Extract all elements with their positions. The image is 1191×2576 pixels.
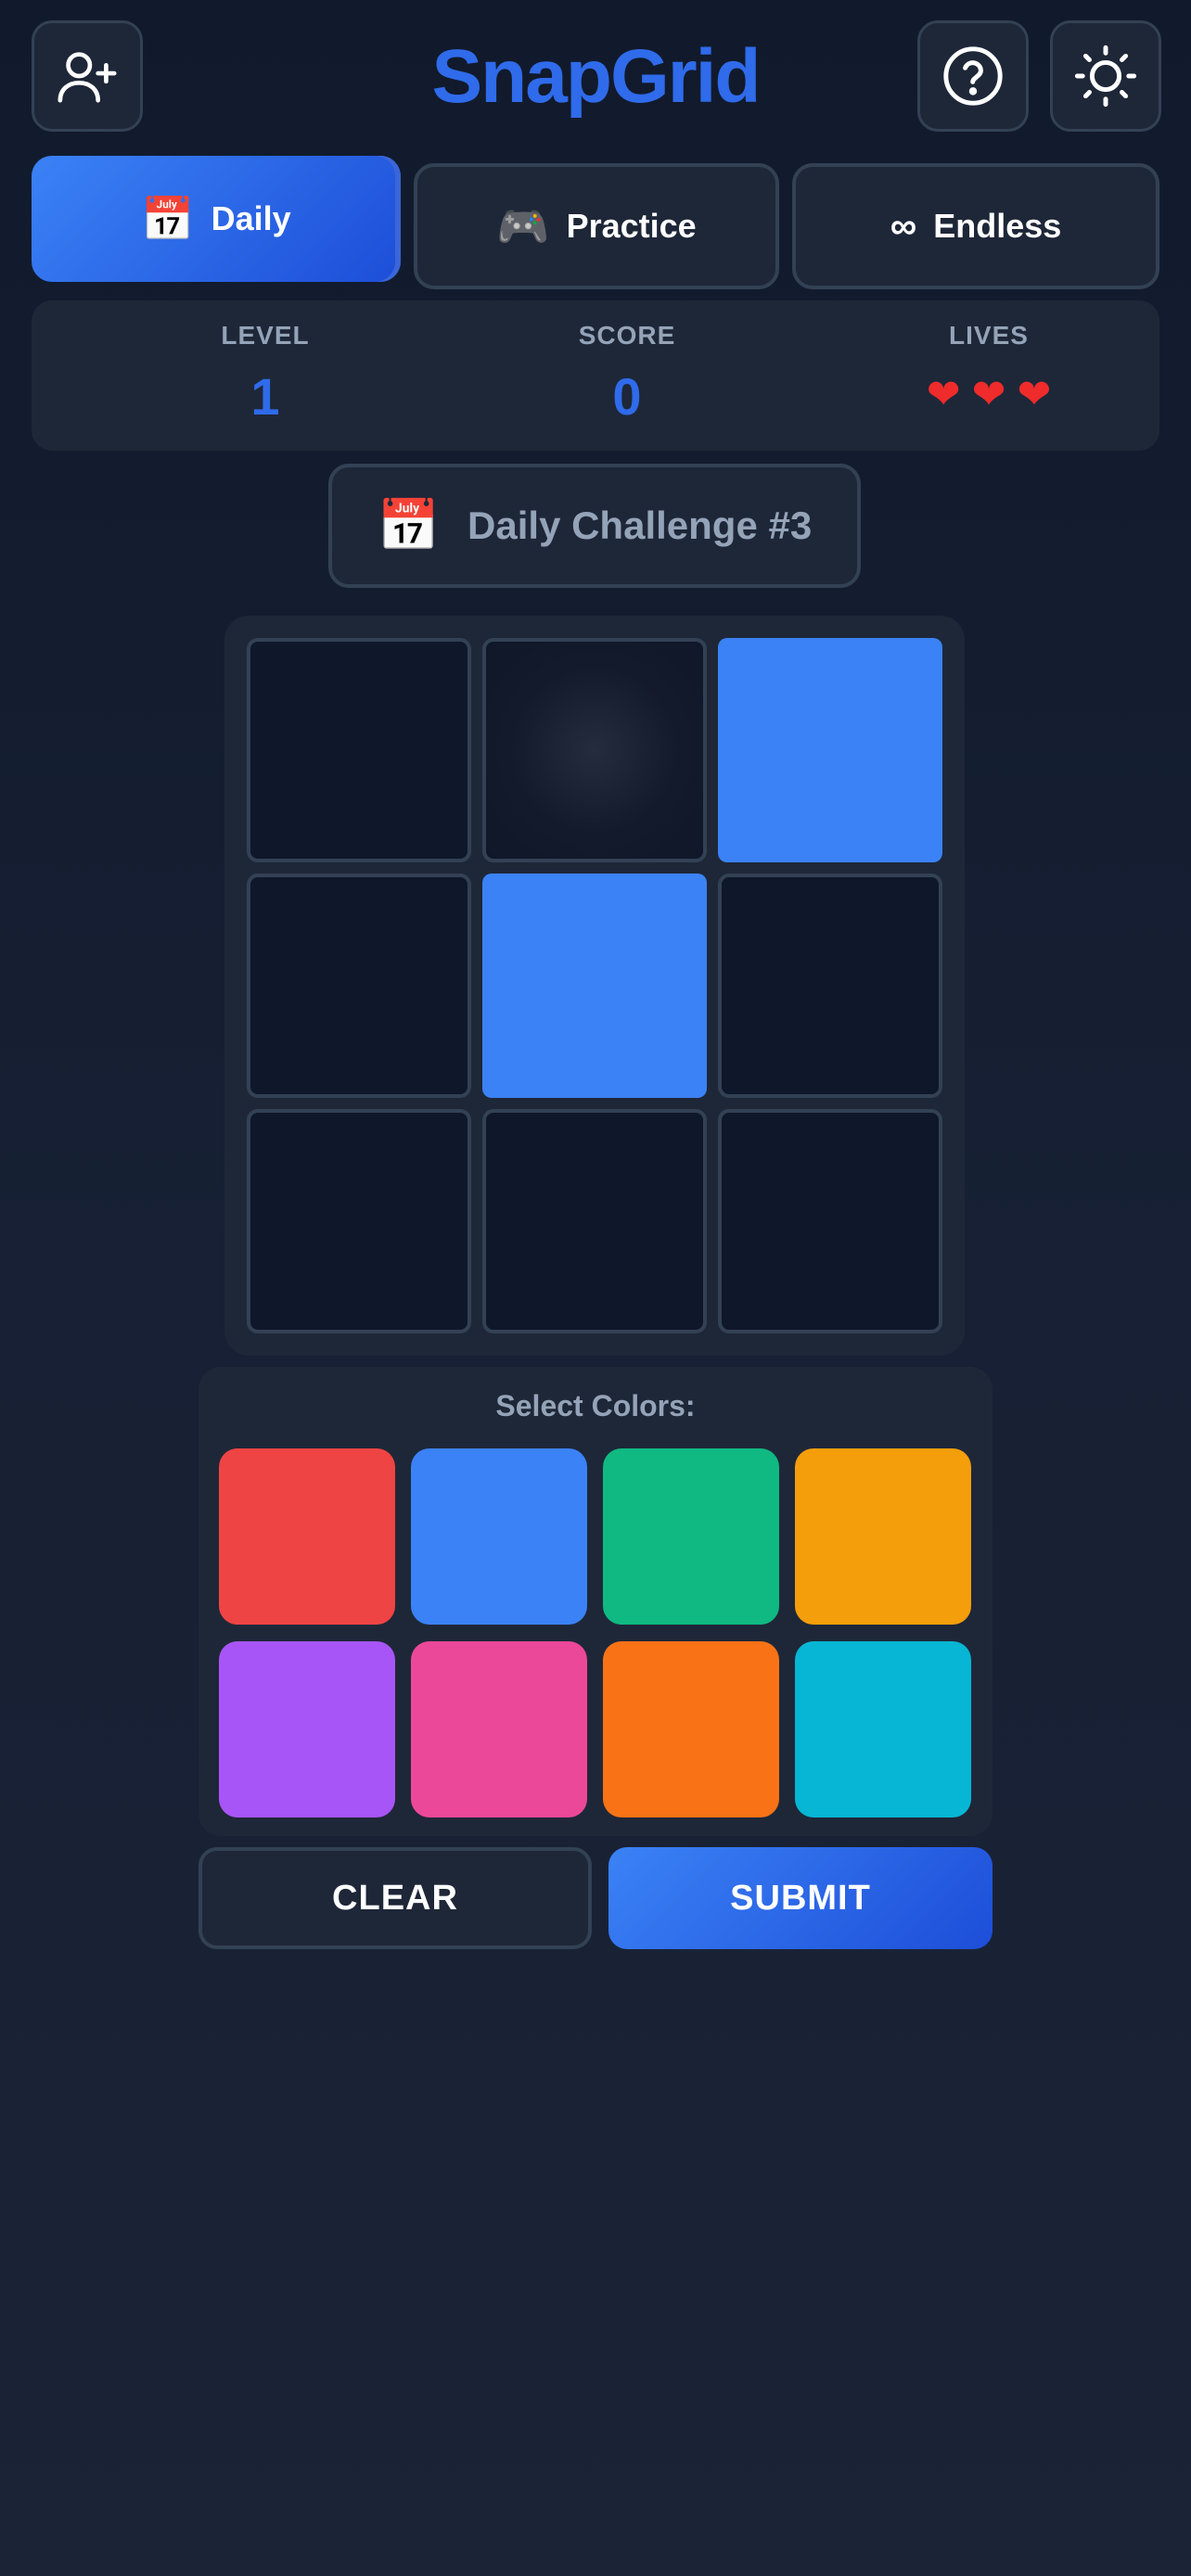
tab-endless[interactable]: ∞ Endless xyxy=(792,163,1159,289)
grid-cell[interactable] xyxy=(718,874,942,1098)
gamepad-icon: 🎮 xyxy=(496,201,550,250)
heart-icon: ❤ xyxy=(971,372,1006,417)
calendar-icon: 📅 xyxy=(141,194,195,243)
stat-level: LEVEL 1 xyxy=(126,300,404,427)
palette-title: Select Colors: xyxy=(495,1389,696,1422)
tab-label: Endless xyxy=(933,207,1062,245)
color-swatch-orange[interactable] xyxy=(603,1641,779,1817)
game-grid xyxy=(224,616,965,1356)
grid-cell[interactable] xyxy=(718,638,942,862)
tab-daily[interactable]: 📅 Daily xyxy=(32,156,401,282)
color-swatch-green[interactable] xyxy=(603,1448,779,1625)
color-swatch-purple[interactable] xyxy=(219,1641,395,1817)
help-button[interactable] xyxy=(917,20,1029,132)
stats-panel: LEVEL 1 SCORE 0 LIVES ❤ ❤ ❤ xyxy=(32,300,1159,451)
infinity-icon: ∞ xyxy=(890,205,917,247)
level-value: 1 xyxy=(250,367,280,426)
challenge-badge: 📅 Daily Challenge #3 xyxy=(328,464,861,588)
submit-button[interactable]: SUBMIT xyxy=(608,1847,992,1949)
color-swatch-blue[interactable] xyxy=(411,1448,587,1625)
calendar-icon: 📅 xyxy=(377,497,441,554)
tab-practice[interactable]: 🎮 Practice xyxy=(414,163,779,289)
color-swatch-red[interactable] xyxy=(219,1448,395,1625)
color-swatch-cyan[interactable] xyxy=(795,1641,971,1817)
lives-hearts: ❤ ❤ ❤ xyxy=(850,369,1128,421)
grid-cell[interactable] xyxy=(482,638,707,862)
color-palette: Select Colors: xyxy=(198,1367,992,1836)
color-swatch-amber[interactable] xyxy=(795,1448,971,1625)
score-label: SCORE xyxy=(578,321,676,350)
score-value: 0 xyxy=(612,367,642,426)
game-screen: SnapGrid 📅 Daily 🎮 Practice ∞ Endless LE… xyxy=(0,0,1191,2576)
clear-button[interactable]: CLEAR xyxy=(198,1847,592,1949)
color-swatch-pink[interactable] xyxy=(411,1641,587,1817)
tab-label: Daily xyxy=(211,199,291,237)
grid-cell[interactable] xyxy=(482,1109,707,1333)
sun-icon xyxy=(1074,45,1137,108)
grid-cell[interactable] xyxy=(482,874,707,1098)
help-circle-icon xyxy=(943,46,1003,106)
stat-lives: LIVES ❤ ❤ ❤ xyxy=(850,300,1128,421)
heart-icon: ❤ xyxy=(1017,372,1052,417)
grid-cell[interactable] xyxy=(247,1109,471,1333)
grid-cell[interactable] xyxy=(247,874,471,1098)
challenge-title: Daily Challenge #3 xyxy=(467,504,813,547)
grid-cell[interactable] xyxy=(718,1109,942,1333)
heart-icon: ❤ xyxy=(926,372,961,417)
level-label: LEVEL xyxy=(221,321,310,350)
stat-score: SCORE 0 xyxy=(488,300,766,427)
lives-label: LIVES xyxy=(949,321,1029,350)
theme-toggle-button[interactable] xyxy=(1050,20,1161,132)
tab-label: Practice xyxy=(566,207,697,245)
grid-cell[interactable] xyxy=(247,638,471,862)
